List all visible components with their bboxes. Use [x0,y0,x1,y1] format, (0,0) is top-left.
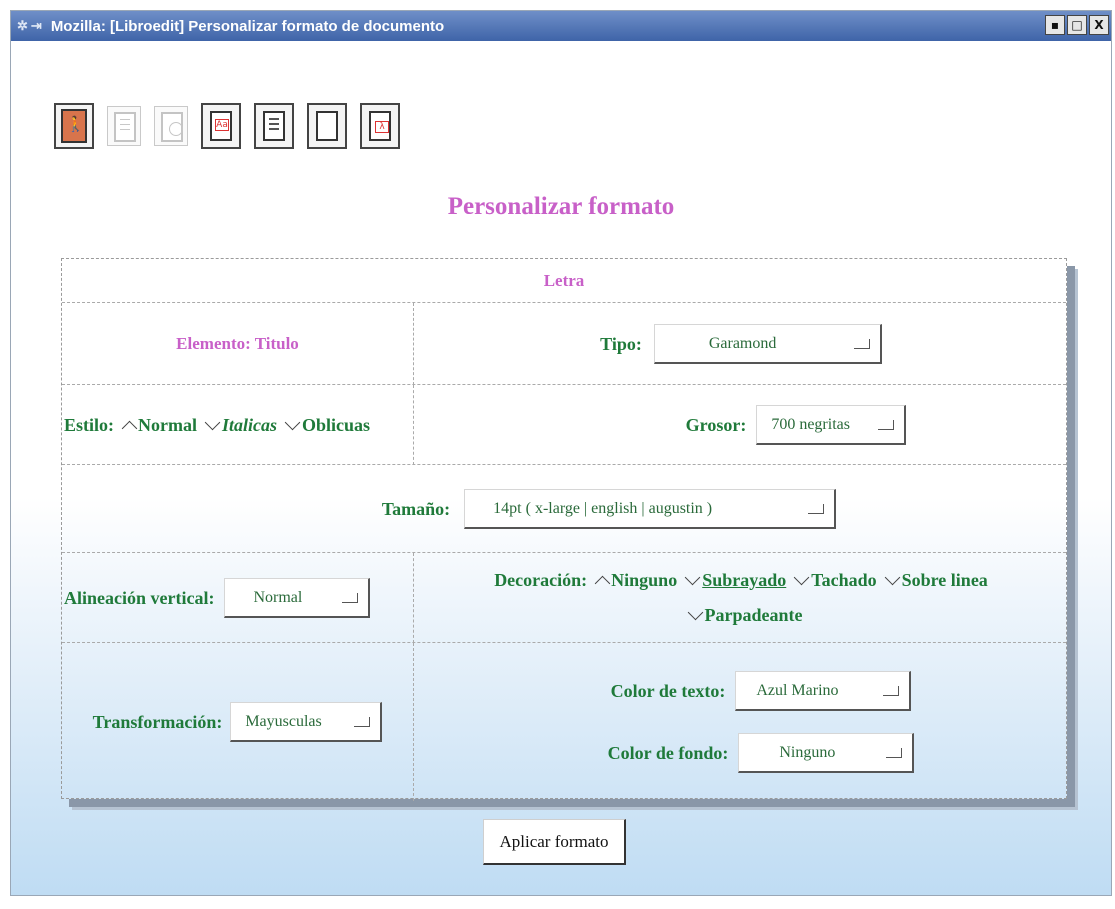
maximize-button[interactable]: □ [1067,15,1087,35]
tamano-label: Tamaño: [381,498,451,519]
window-title: Mozilla: [Libroedit] Personalizar format… [50,17,445,35]
estilo-row: Estilo: Normal Italicas Oblicuas Grosor:… [62,384,1066,465]
element-row: Elemento: Titulo Tipo: Garamond [62,302,1066,385]
dropdown-icon [878,419,895,430]
radio-unselected-icon [687,604,703,621]
color-fondo-label: Color de fondo: [607,742,729,763]
color-texto-value: Azul Marino [756,681,839,699]
walking-person-icon [61,109,87,143]
decoracion-parpadeante-radio[interactable]: Parpadeante [686,604,803,626]
dropdown-icon [853,338,870,349]
radio-selected-icon [121,420,138,436]
transformacion-color-row: Transformación: Mayusculas Color de text… [62,642,1066,801]
alineacion-select[interactable]: Normal [224,578,371,618]
tipo-value: Garamond [708,334,777,352]
radio-unselected-icon [284,414,301,430]
text-format-button[interactable] [254,103,294,149]
transformacion-select[interactable]: Mayusculas [230,702,383,742]
color-texto-label: Color de texto: [610,680,726,701]
image-icon [161,112,183,142]
dropdown-icon [342,592,359,603]
tamano-value: 14pt ( x-large | english | augustin ) [493,499,713,517]
radio-unselected-icon [793,569,810,586]
window-controls: ▪ □ X [1043,15,1109,35]
alineacion-value: Normal [253,588,303,606]
color-texto-select[interactable]: Azul Marino [735,671,912,711]
tamano-row: Tamaño: 14pt ( x-large | english | augus… [62,464,1066,553]
estilo-oblicuas-radio[interactable]: Oblicuas [283,414,370,436]
element-label: Elemento: Titulo [176,334,299,353]
letter-format-button[interactable]: Aa [201,103,241,149]
window-arrows-icon[interactable]: ⇥ [31,18,42,34]
page-title: Personalizar formato [447,193,675,220]
panel-header: Letra [543,270,585,290]
browser-window: ✲ ⇥ Mozilla: [Libroedit] Personalizar fo… [10,10,1112,896]
minimize-button[interactable]: ▪ [1045,15,1065,35]
estilo-normal-radio[interactable]: Normal [120,415,197,436]
alineacion-decoracion-row: Alineación vertical: Normal Decoración: … [62,552,1066,643]
dropdown-icon [808,503,825,514]
image-button [154,106,188,146]
decoracion-tachado-radio[interactable]: Tachado [792,569,877,591]
transformacion-value: Mayusculas [245,712,322,730]
window-menu-icons[interactable]: ✲ ⇥ [17,18,45,34]
tipo-select[interactable]: Garamond [653,324,882,364]
decoracion-subrayado-radio[interactable]: Subrayado [683,569,786,591]
estilo-italicas-radio[interactable]: Italicas [203,414,277,436]
panel-header-row: Letra [62,259,1066,302]
tamano-select[interactable]: 14pt ( x-large | english | augustin ) [464,489,837,529]
tipo-label: Tipo: [600,333,642,354]
window-menu-icon[interactable]: ✲ [17,18,28,34]
exit-button[interactable] [54,103,94,149]
radio-unselected-icon [684,569,701,586]
alineacion-label: Alineación vertical: [64,587,215,608]
list-button [107,106,141,146]
transformacion-label: Transformación: [92,711,223,732]
text-document-icon [263,111,285,141]
dropdown-icon [883,685,900,696]
dropdown-icon [354,716,371,727]
decoracion-sobre-linea-radio[interactable]: Sobre linea [883,569,988,591]
letter-format-icon: Aa [210,111,232,141]
radio-unselected-icon [204,414,221,430]
dropdown-icon [886,747,903,758]
list-icon [114,112,136,142]
title-bar[interactable]: ✲ ⇥ Mozilla: [Libroedit] Personalizar fo… [11,11,1111,41]
page-format-button[interactable] [307,103,347,149]
grosor-label: Grosor: [685,414,747,435]
symbol-icon: λ [369,111,391,141]
symbol-format-button[interactable]: λ [360,103,400,149]
toolbar: Aa λ [54,103,413,149]
grosor-select[interactable]: 700 negritas [756,405,907,445]
apply-format-button[interactable]: Aplicar formato [483,819,626,865]
estilo-label: Estilo: [64,414,115,435]
format-panel: Letra Elemento: Titulo Tipo: Garamond Es… [61,258,1067,801]
radio-unselected-icon [884,569,900,586]
decoracion-ninguno-radio[interactable]: Ninguno [593,570,677,592]
color-fondo-select[interactable]: Ninguno [738,733,915,773]
decoracion-label: Decoración: [494,570,588,590]
grosor-value: 700 negritas [771,415,850,433]
color-fondo-value: Ninguno [779,743,836,761]
close-button[interactable]: X [1089,15,1109,35]
page-icon [316,111,338,141]
radio-selected-icon [594,575,611,592]
